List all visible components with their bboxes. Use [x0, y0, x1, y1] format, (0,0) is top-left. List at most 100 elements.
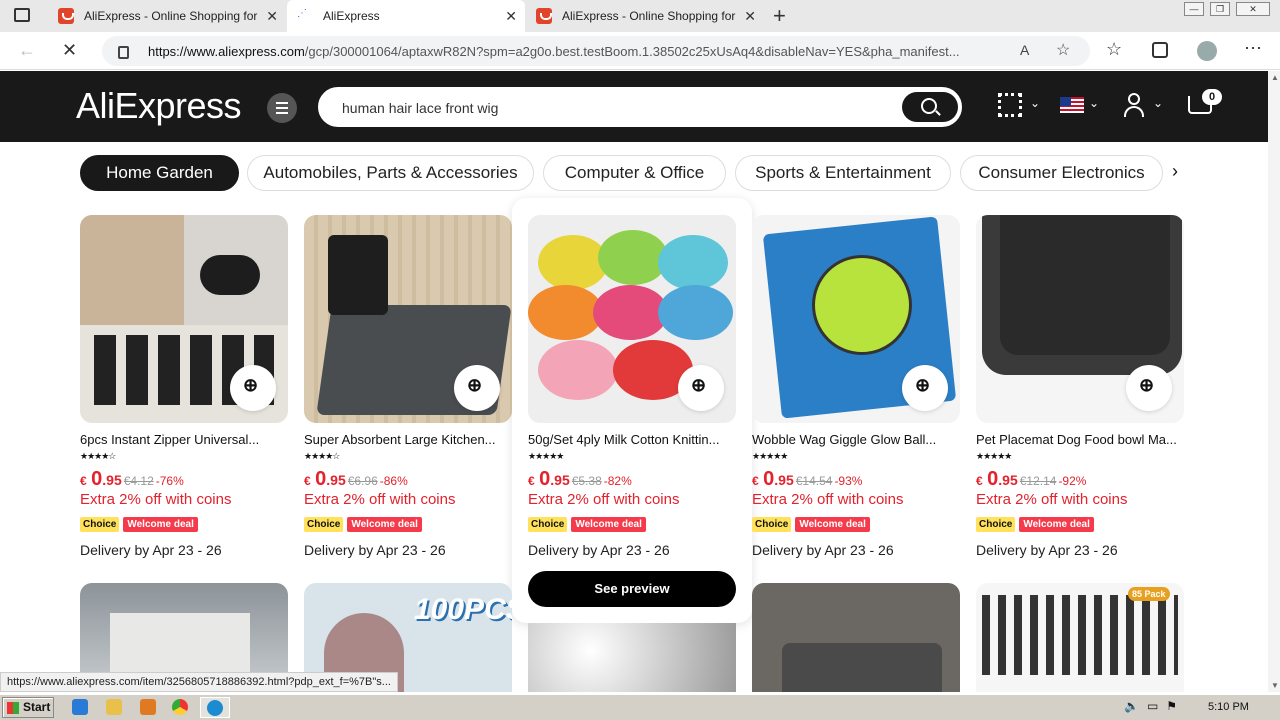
add-cart-icon: ⊕ — [1139, 375, 1155, 395]
add-to-cart-button[interactable]: ⊕ — [1126, 365, 1172, 411]
chevron-down-icon[interactable]: ⌄ — [1153, 96, 1163, 110]
stop-loading-icon[interactable]: ✕ — [62, 40, 77, 61]
product-title[interactable]: Wobble Wag Giggle Glow Ball... — [752, 432, 960, 447]
volume-icon[interactable]: 🔈 — [1124, 699, 1139, 717]
price-row: € 0.95 €4.12 -76% — [80, 468, 184, 490]
tab-actions-icon[interactable] — [14, 8, 30, 22]
delivery-text: Delivery by Apr 23 - 26 — [976, 542, 1118, 558]
category-pill-consumer-electronics[interactable]: Consumer Electronics — [960, 155, 1163, 191]
url-path: /gcp/300001064/aptaxwR82N?spm=a2g0o.best… — [304, 44, 960, 59]
add-to-cart-button[interactable]: ⊕ — [678, 365, 724, 411]
us-flag-icon[interactable] — [1060, 97, 1084, 113]
choice-badge: Choice — [976, 517, 1016, 532]
add-favorite-icon[interactable]: ☆ — [1056, 40, 1070, 60]
category-pill-automobiles[interactable]: Automobiles, Parts & Accessories — [247, 155, 534, 191]
coins-discount: Extra 2% off with coins — [752, 491, 904, 508]
browser-tab-strip: AliExpress - Online Shopping for ✕ ⋰ Ali… — [0, 0, 1280, 32]
url-text[interactable]: https://www.aliexpress.com/gcp/300001064… — [148, 44, 1008, 59]
coins-discount: Extra 2% off with coins — [528, 491, 680, 508]
category-pill-sports[interactable]: Sports & Entertainment — [735, 155, 951, 191]
search-input[interactable]: human hair lace front wig — [342, 100, 498, 116]
media-player-icon[interactable] — [140, 699, 156, 715]
chrome-icon[interactable] — [172, 699, 188, 715]
status-bar-url: https://www.aliexpress.com/item/32568057… — [0, 672, 398, 692]
see-preview-button[interactable]: See preview — [528, 571, 736, 607]
browser-tab[interactable]: AliExpress - Online Shopping for ✕ — [48, 0, 286, 32]
start-button[interactable]: Start — [2, 697, 54, 718]
maximize-button[interactable]: ❐ — [1210, 2, 1230, 16]
chevron-down-icon[interactable]: ⌄ — [1030, 96, 1040, 110]
category-pill-home-garden[interactable]: Home Garden — [80, 155, 239, 191]
close-tab-icon[interactable]: ✕ — [505, 8, 517, 25]
favorites-icon[interactable]: ☆ — [1106, 39, 1122, 60]
folder-icon[interactable] — [106, 699, 122, 715]
price-row: € 0.95 €14.54 -93% — [752, 468, 863, 490]
collections-icon[interactable] — [1152, 42, 1168, 58]
more-menu-icon[interactable]: ⋯ — [1244, 38, 1262, 59]
add-cart-icon: ⊕ — [467, 375, 483, 395]
close-tab-icon[interactable]: ✕ — [266, 8, 278, 25]
price-row: € 0.95 €5.38 -82% — [528, 468, 632, 490]
product-image[interactable]: ⊕ — [528, 215, 736, 423]
product-title[interactable]: 6pcs Instant Zipper Universal... — [80, 432, 288, 447]
chevron-down-icon[interactable]: ⌄ — [1089, 96, 1099, 110]
lock-icon[interactable] — [118, 46, 129, 59]
address-bar-row: ← ✕ https://www.aliexpress.com/gcp/30000… — [0, 32, 1280, 70]
welcome-deal-badge: Welcome deal — [795, 517, 870, 532]
add-to-cart-button[interactable]: ⊕ — [902, 365, 948, 411]
product-image[interactable] — [528, 623, 736, 692]
close-window-button[interactable]: ✕ — [1236, 2, 1270, 16]
coins-discount: Extra 2% off with coins — [304, 491, 456, 508]
rating-stars: ★★★★☆ — [80, 451, 116, 461]
read-aloud-icon[interactable]: A — [1020, 42, 1029, 58]
product-image[interactable]: ⊕ — [752, 215, 960, 423]
product-image[interactable]: 85 Pack — [976, 583, 1184, 692]
site-header: AliExpress human hair lace front wig ⌄ ⌄… — [0, 71, 1268, 142]
product-title[interactable]: 50g/Set 4ply Milk Cotton Knittin... — [528, 432, 736, 447]
browser-tab[interactable]: AliExpress - Online Shopping for ✕ — [526, 0, 764, 32]
app-qr-icon[interactable] — [998, 93, 1022, 117]
product-image[interactable] — [752, 583, 960, 692]
windows-taskbar: Start 🔈 ▭ ⚑ 5:10 PM — [0, 694, 1280, 720]
account-icon[interactable] — [1124, 93, 1144, 119]
product-image[interactable]: ⊕ — [304, 215, 512, 423]
delivery-text: Delivery by Apr 23 - 26 — [80, 542, 222, 558]
aliexpress-favicon-icon — [58, 8, 74, 24]
menu-button[interactable] — [267, 93, 297, 123]
network-icon[interactable]: ▭ — [1147, 699, 1158, 717]
choice-badge: Choice — [304, 517, 344, 532]
rating-stars: ★★★★★ — [528, 451, 564, 461]
promo-text: 100PCS — [414, 593, 512, 626]
product-title[interactable]: Pet Placemat Dog Food bowl Ma... — [976, 432, 1184, 447]
pack-badge: 85 Pack — [1128, 587, 1170, 601]
welcome-deal-badge: Welcome deal — [123, 517, 198, 532]
tray-icons: 🔈 ▭ ⚑ — [1124, 699, 1196, 717]
back-icon[interactable]: ← — [18, 40, 36, 61]
search-button[interactable] — [902, 92, 958, 122]
new-tab-button[interactable]: + — [773, 3, 786, 29]
chevron-right-icon[interactable]: › — [1172, 161, 1178, 182]
tab-title: AliExpress - Online Shopping for — [84, 9, 258, 23]
search-box[interactable]: human hair lace front wig — [318, 87, 962, 127]
ie-icon[interactable] — [72, 699, 88, 715]
loading-icon: ⋰ — [297, 8, 307, 19]
add-to-cart-button[interactable]: ⊕ — [454, 365, 500, 411]
flag-icon[interactable]: ⚑ — [1166, 699, 1177, 717]
product-image[interactable]: ⊕ — [80, 215, 288, 423]
delivery-text: Delivery by Apr 23 - 26 — [752, 542, 894, 558]
browser-tab-active[interactable]: ⋰ AliExpress ✕ — [287, 0, 525, 32]
edge-taskbar-button[interactable] — [200, 697, 230, 718]
product-title[interactable]: Super Absorbent Large Kitchen... — [304, 432, 512, 447]
aliexpress-logo[interactable]: AliExpress — [76, 85, 242, 127]
category-pill-computer-office[interactable]: Computer & Office — [543, 155, 726, 191]
profile-avatar[interactable] — [1197, 41, 1217, 61]
add-to-cart-button[interactable]: ⊕ — [230, 365, 276, 411]
windows-logo-icon — [7, 702, 19, 714]
url-field[interactable]: https://www.aliexpress.com/gcp/300001064… — [102, 36, 1090, 66]
vertical-scrollbar[interactable]: ▲ ▼ — [1268, 71, 1280, 692]
product-image[interactable]: ⊕ — [976, 215, 1184, 423]
close-tab-icon[interactable]: ✕ — [744, 8, 756, 25]
minimize-button[interactable]: — — [1184, 2, 1204, 16]
add-cart-icon: ⊕ — [691, 375, 707, 395]
aliexpress-favicon-icon — [536, 8, 552, 24]
